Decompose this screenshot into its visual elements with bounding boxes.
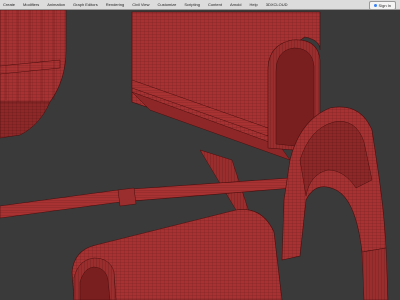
menu-arnold[interactable]: Arnold bbox=[230, 0, 242, 10]
app-window: Create Modifiers Animation Graph Editors… bbox=[0, 0, 400, 300]
menu-help[interactable]: Help bbox=[250, 0, 258, 10]
menu-content[interactable]: Content bbox=[208, 0, 222, 10]
menu-animation[interactable]: Animation bbox=[47, 0, 65, 10]
menu-rendering[interactable]: Rendering bbox=[106, 0, 124, 10]
3d-viewport[interactable] bbox=[0, 10, 400, 300]
menu-create[interactable]: Create bbox=[3, 0, 15, 10]
menu-3dxcloud[interactable]: 3DXCLOUD bbox=[266, 0, 288, 10]
menu-modifiers[interactable]: Modifiers bbox=[23, 0, 39, 10]
menu-customize[interactable]: Customize bbox=[157, 0, 176, 10]
menu-civil-view[interactable]: Civil View bbox=[132, 0, 149, 10]
menu-bar: Create Modifiers Animation Graph Editors… bbox=[0, 0, 400, 10]
viewport-canvas bbox=[0, 10, 400, 300]
sign-in-label: Sign In bbox=[378, 3, 391, 8]
menu-items: Create Modifiers Animation Graph Editors… bbox=[0, 0, 296, 10]
user-icon bbox=[373, 4, 377, 7]
menu-graph-editors[interactable]: Graph Editors bbox=[73, 0, 98, 10]
sign-in-button[interactable]: Sign In bbox=[368, 1, 396, 10]
menu-scripting[interactable]: Scripting bbox=[184, 0, 200, 10]
